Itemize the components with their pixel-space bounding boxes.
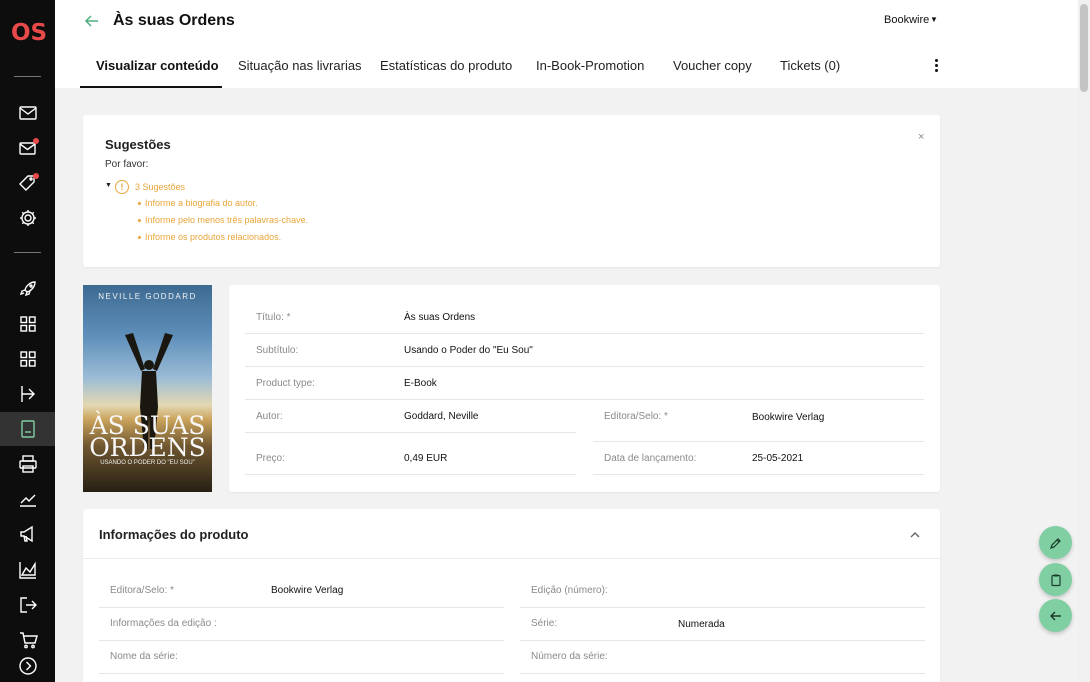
tab-estatisticas[interactable]: Estatísticas do produto: [380, 58, 512, 73]
suggestion-item: Informe a biografia do autor.: [138, 198, 258, 208]
clipboard-icon: [1051, 574, 1061, 587]
grid-icon[interactable]: [18, 314, 38, 334]
cover-subtitle: USANDO O PODER DO "EU SOU": [100, 460, 195, 466]
publisher-label: Editora/Selo: *: [110, 585, 174, 596]
tab-situacao-livrarias[interactable]: Situação nas livrarias: [238, 58, 362, 73]
grid-secondary-icon[interactable]: [18, 349, 38, 369]
chart-icon[interactable]: [18, 489, 38, 509]
megaphone-icon[interactable]: [18, 524, 38, 544]
edition-number-label: Edição (número):: [531, 585, 608, 596]
author-label: Autor:: [256, 411, 283, 422]
price-value: 0,49 EUR: [404, 453, 448, 464]
divider: [245, 474, 576, 475]
back-arrow-icon[interactable]: [83, 12, 101, 30]
active-tab-indicator: [80, 86, 222, 88]
divider: [83, 558, 940, 559]
notification-dot: [33, 173, 39, 179]
subtitle-value: Usando o Poder do "Eu Sou": [404, 345, 533, 356]
divider: [245, 399, 924, 400]
divider: [99, 607, 504, 608]
cart-icon[interactable]: [18, 630, 38, 650]
scrollbar[interactable]: [1078, 0, 1090, 682]
close-icon[interactable]: ×: [918, 131, 924, 143]
author-value: Goddard, Neville: [404, 411, 479, 422]
chevron-up-icon[interactable]: [909, 529, 921, 541]
sidebar-divider: [14, 252, 41, 253]
divider: [520, 640, 925, 641]
tab-in-book-promotion[interactable]: In-Book-Promotion: [536, 58, 644, 73]
release-date-label: Data de lançamento:: [604, 453, 697, 464]
app-logo[interactable]: OS: [11, 20, 47, 46]
pencil-icon: [1050, 538, 1061, 549]
divider: [245, 333, 924, 334]
title-value: Às suas Ordens: [404, 312, 476, 323]
suggestion-item: Informe os produtos relacionados.: [137, 232, 282, 242]
page-title: Às suas Ordens: [113, 12, 235, 29]
page-header: Às suas Ordens Bookwire ▼ Visualizar con…: [55, 0, 1078, 88]
caret-down-icon[interactable]: ▼: [105, 182, 112, 189]
cover-author: NEVILLE GODDARD: [98, 292, 197, 301]
back-button[interactable]: [1039, 599, 1072, 632]
tab-voucher-copy[interactable]: Voucher copy: [673, 58, 752, 73]
sidebar-divider: [14, 76, 41, 77]
product-type-label: Product type:: [256, 378, 315, 389]
divider: [245, 432, 576, 433]
series-label: Série:: [531, 618, 558, 629]
suggestions-title: Sugestões: [105, 137, 171, 152]
import-icon[interactable]: [18, 384, 38, 404]
divider: [99, 640, 504, 641]
notification-dot: [33, 138, 39, 144]
book-cover-image: NEVILLE GODDARD ÀS SUAS ORDENS USANDO O …: [83, 285, 212, 492]
area-chart-icon[interactable]: [18, 560, 38, 580]
subtitle-label: Subtítulo:: [256, 345, 299, 356]
series-number-label: Número da série:: [531, 651, 608, 662]
clipboard-button[interactable]: [1039, 563, 1072, 596]
price-label: Preço:: [256, 453, 285, 464]
ebook-icon[interactable]: [18, 419, 38, 439]
arrow-left-icon: [1050, 611, 1061, 621]
settings-icon[interactable]: [18, 208, 38, 228]
mail-icon[interactable]: [18, 103, 38, 123]
edition-info-label: Informações da edição :: [110, 618, 217, 629]
account-selector[interactable]: Bookwire: [884, 14, 929, 26]
release-date-value: 25-05-2021: [752, 453, 804, 464]
publisher-label: Editora/Selo: *: [604, 411, 668, 422]
series-name-label: Nome da série:: [110, 651, 178, 662]
divider: [520, 607, 925, 608]
book-details-card: Título: * Às suas Ordens Subtítulo: Usan…: [229, 285, 940, 492]
product-type-value: E-Book: [404, 378, 437, 389]
more-options-icon[interactable]: [930, 58, 942, 74]
suggestions-card: Sugestões Por favor: × ▼ ! 3 Sugestões I…: [83, 115, 940, 267]
divider: [99, 673, 504, 674]
edit-button[interactable]: [1039, 526, 1072, 559]
suggestions-count[interactable]: 3 Sugestões: [135, 182, 185, 192]
divider: [520, 673, 925, 674]
series-value: Numerada: [678, 619, 725, 630]
suggestions-subtitle: Por favor:: [105, 159, 149, 170]
chevron-down-icon[interactable]: ▼: [930, 15, 938, 24]
sidebar: OS: [0, 0, 55, 682]
product-info-card: Informações do produto Editora/Selo: * B…: [83, 509, 940, 682]
tab-visualizar-conteudo[interactable]: Visualizar conteúdo: [96, 58, 219, 73]
print-icon[interactable]: [18, 454, 38, 474]
publisher-value: Bookwire Verlag: [752, 412, 825, 423]
suggestion-item: Informe pelo menos três palavras-chave.: [137, 215, 309, 225]
cover-title-line2: ORDENS: [89, 433, 206, 462]
warning-icon: !: [115, 180, 129, 194]
product-info-title: Informações do produto: [99, 527, 249, 542]
title-label: Título: *: [256, 312, 291, 323]
rocket-icon[interactable]: [18, 279, 38, 299]
export-icon[interactable]: [18, 595, 38, 615]
chevron-right-circle-icon[interactable]: [18, 656, 38, 676]
scrollbar-thumb[interactable]: [1080, 4, 1088, 92]
tab-tickets[interactable]: Tickets (0): [780, 58, 840, 73]
publisher-value: Bookwire Verlag: [271, 585, 344, 596]
divider: [245, 366, 924, 367]
divider: [593, 441, 924, 442]
divider: [593, 474, 924, 475]
